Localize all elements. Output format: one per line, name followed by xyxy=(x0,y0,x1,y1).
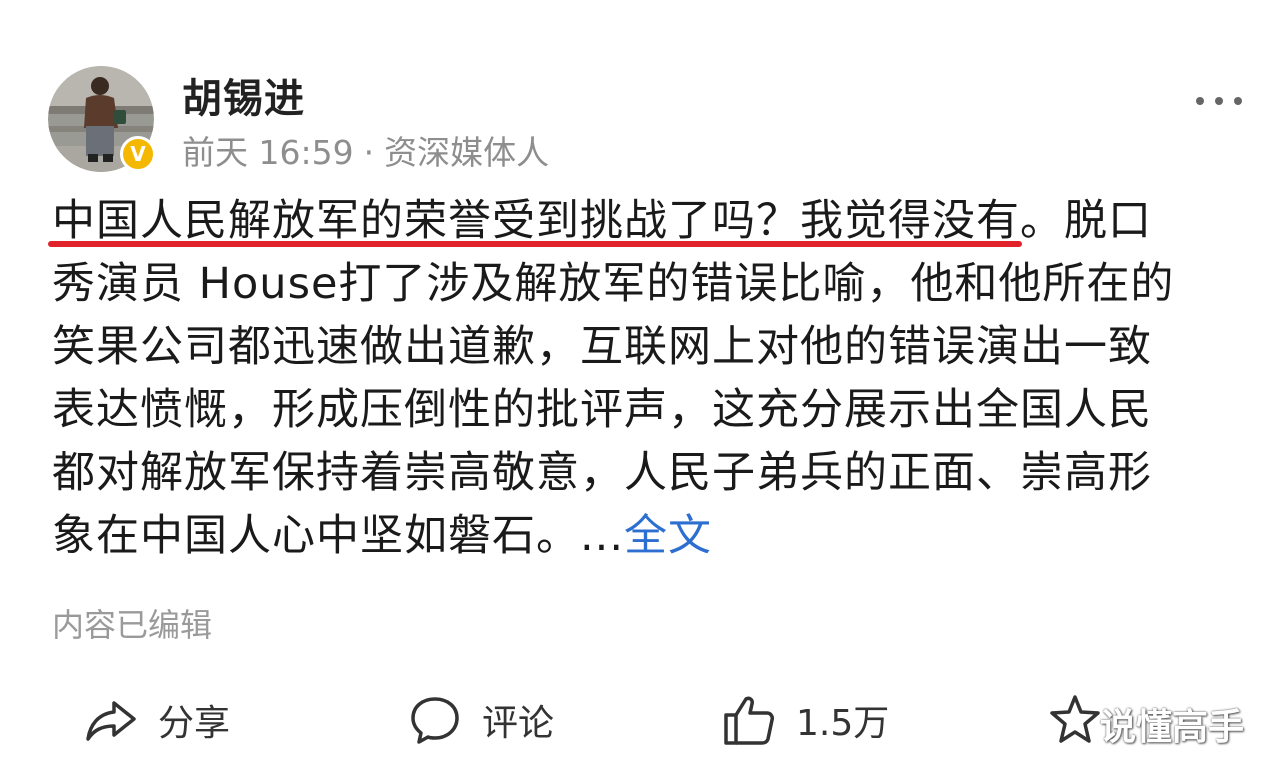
comment-icon xyxy=(411,697,459,744)
edited-note: 内容已编辑 xyxy=(52,606,213,644)
content-line: 中国人民解放军的荣誉受到挑战了吗？我觉得没有。脱口 xyxy=(48,190,1212,253)
highlighted-text: 中国人民解放军的荣誉受到挑战了吗？ xyxy=(48,190,802,253)
full-text-link[interactable]: 全文 xyxy=(624,511,712,561)
content-text: 象在中国人心中坚如磐石。 xyxy=(52,511,580,561)
content-line-last: 象在中国人心中坚如磐石。...全文 xyxy=(52,505,1212,568)
thumbs-up-icon xyxy=(724,696,774,745)
author-name[interactable]: 胡锡进 xyxy=(182,66,305,124)
action-bar: 分享 评论 1.5万 xyxy=(0,680,1283,766)
more-dot xyxy=(1234,97,1242,105)
content-line: 都对解放军保持着崇高敬意，人民子弟兵的正面、崇高形 xyxy=(52,448,1152,498)
share-icon xyxy=(86,701,136,741)
more-dot xyxy=(1215,97,1223,105)
more-options-icon[interactable] xyxy=(1196,92,1242,110)
watermark: 说懂高手 xyxy=(1100,707,1245,748)
highlighted-text: 我觉得没有 xyxy=(796,190,1022,253)
share-label: 分享 xyxy=(158,703,231,744)
post-content: 中国人民解放军的荣誉受到挑战了吗？我觉得没有。脱口 秀演员 House打了涉及解… xyxy=(48,190,1212,568)
like-button[interactable]: 1.5万 xyxy=(722,688,889,752)
avatar[interactable]: V xyxy=(48,66,156,172)
content-line: 秀演员 House打了涉及解放军的错误比喻，他和他所在的 xyxy=(52,259,1175,309)
share-button[interactable]: 分享 xyxy=(84,688,230,752)
meta-separator: · xyxy=(363,133,375,172)
ellipsis: ... xyxy=(580,511,625,561)
weibo-post: V 胡锡进 前天 16:59 · 资深媒体人 中国人民解放军的荣誉受到挑战了吗？我觉… xyxy=(0,0,1283,766)
post-meta: 前天 16:59 · 资深媒体人 xyxy=(182,126,549,174)
author-title: 资深媒体人 xyxy=(384,133,550,172)
comment-label: 评论 xyxy=(482,703,555,744)
post-time: 前天 16:59 xyxy=(182,133,354,172)
content-text: 。脱口 xyxy=(1020,196,1152,246)
more-dot xyxy=(1196,97,1204,105)
favorite-button[interactable] xyxy=(1048,688,1102,752)
content-line: 笑果公司都迅速做出道歉，互联网上对他的错误演出一致 xyxy=(52,322,1152,372)
verified-badge-icon: V xyxy=(120,136,156,172)
star-icon xyxy=(1050,695,1100,743)
comment-button[interactable]: 评论 xyxy=(408,688,554,752)
like-count: 1.5万 xyxy=(796,703,890,744)
content-line: 表达愤慨，形成压倒性的批评声，这充分展示出全国人民 xyxy=(52,385,1152,435)
